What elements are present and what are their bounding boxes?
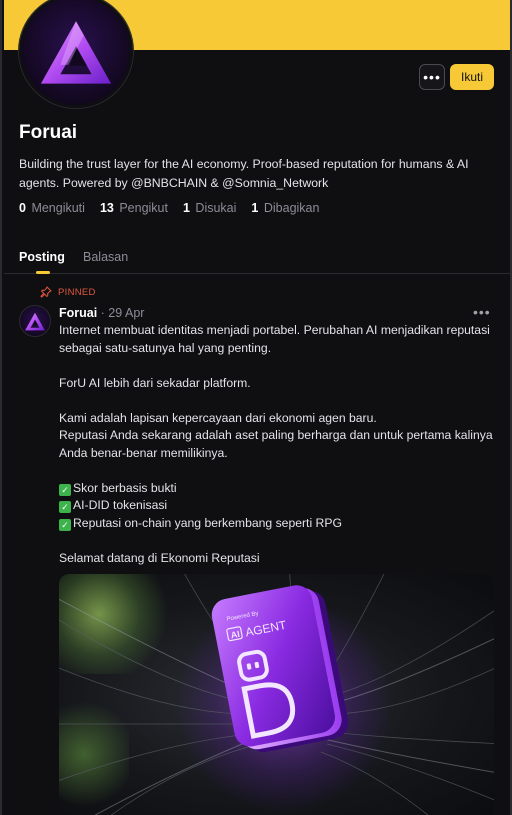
profile-tabs: Posting Balasan — [4, 246, 510, 274]
tab-replies[interactable]: Balasan — [83, 250, 128, 264]
tab-label: Posting — [19, 250, 65, 264]
post-closing: Selamat datang di Ekonomi Reputasi — [59, 550, 260, 565]
check-icon: ✓ — [59, 518, 71, 531]
post-header: Foruai · 29 Apr — [59, 306, 144, 320]
profile-page: ••• Ikuti Foruai Building the trust laye… — [0, 0, 512, 815]
stat-label: Dibagikan — [263, 201, 320, 215]
stat-liked[interactable]: 1 Disukai — [183, 201, 236, 215]
tab-label: Balasan — [83, 250, 129, 264]
post-more-button[interactable]: ••• — [473, 304, 491, 320]
stat-value: 1 — [182, 201, 190, 215]
stat-value: 13 — [99, 201, 114, 215]
ellipsis-icon: ••• — [423, 69, 441, 85]
stat-label: Pengikut — [119, 201, 168, 215]
ai-agent-card-illustration: Powered By AI AGENT — [59, 574, 494, 815]
pinned-indicator: PINNED — [40, 286, 96, 298]
check-icon: ✓ — [59, 483, 71, 496]
tab-posts[interactable]: Posting — [19, 250, 65, 264]
profile-avatar[interactable] — [19, 0, 133, 108]
post-paragraph: Reputasi Anda sekarang adalah aset palin… — [59, 428, 493, 460]
post-author-avatar[interactable] — [19, 305, 51, 337]
pinned-label: PINNED — [58, 286, 96, 298]
stat-value: 1 — [251, 201, 259, 215]
pin-icon — [40, 286, 52, 298]
stat-followers[interactable]: 13 Pengikut — [100, 201, 168, 215]
check-icon: ✓ — [59, 501, 71, 513]
foruai-logo-icon — [25, 312, 45, 331]
stat-label: Mengikuti — [31, 201, 85, 215]
follow-button[interactable]: Ikuti — [450, 64, 494, 90]
post-body: Internet membuat identitas menjadi porta… — [59, 322, 499, 567]
card-ai-text: AI — [230, 629, 241, 641]
post-paragraph: ForU AI lebih dari sekadar platform. — [59, 375, 251, 390]
post-author[interactable]: Foruai — [59, 306, 97, 320]
post-paragraph: Kami adalah lapisan kepercayaan dari eko… — [59, 410, 377, 425]
post-date[interactable]: · 29 Apr — [97, 306, 145, 320]
profile-stats: 0 Mengikuti 13 Pengikut 1 Disukai 1 Diba… — [19, 201, 334, 215]
more-options-button[interactable]: ••• — [419, 64, 445, 90]
stat-value: 0 — [19, 201, 26, 215]
profile-bio: Building the trust layer for the AI econ… — [19, 157, 469, 190]
checklist-text: Reputasi on-chain yang berkembang sepert… — [73, 515, 342, 530]
stat-label: Disukai — [195, 201, 237, 215]
checklist-item: ✓ Skor berbasis bukti — [59, 480, 499, 498]
stat-shared[interactable]: 1 Dibagikan — [251, 201, 319, 215]
active-tab-indicator — [36, 271, 50, 274]
post-media-image[interactable]: Powered By AI AGENT — [59, 574, 494, 815]
profile-name: Foruai — [19, 122, 78, 143]
checklist-text: AI-DID tokenisasi — [73, 498, 168, 512]
checklist-text: Skor berbasis bukti — [73, 480, 177, 495]
post-paragraph: Internet membuat identitas menjadi porta… — [59, 323, 490, 355]
checklist-item: ✓ AI-DID tokenisasi — [59, 497, 499, 515]
checklist-item: ✓ Reputasi on-chain yang berkembang seper… — [59, 515, 499, 533]
stat-following[interactable]: 0 Mengikuti — [19, 201, 85, 215]
foruai-logo-icon — [40, 21, 112, 84]
